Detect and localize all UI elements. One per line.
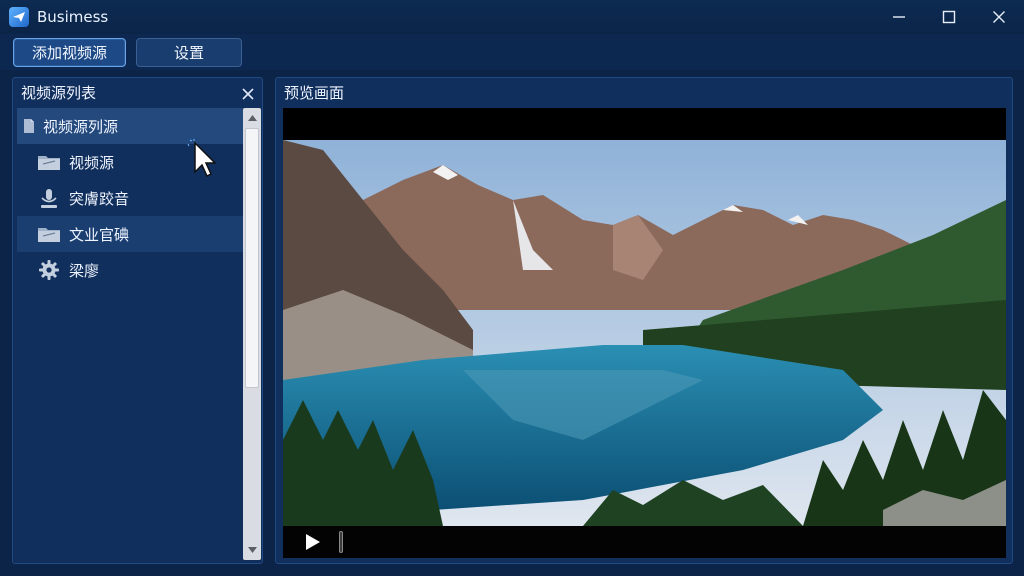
video-source-panel: 视频源列表 视频源列源 视频源 突膚跤音 文业官碘 梁廖 <box>12 77 263 564</box>
tree-item-settings[interactable]: 梁廖 <box>17 252 243 288</box>
tree-item-folder[interactable]: 文业官碘 <box>17 216 243 252</box>
app-logo-icon <box>9 7 29 27</box>
seek-slider-handle[interactable] <box>339 531 343 553</box>
add-video-source-button[interactable]: 添加视频源 <box>13 37 126 67</box>
maximize-icon <box>942 10 956 24</box>
minimize-icon <box>893 16 905 18</box>
settings-button[interactable]: 设置 <box>136 37 242 67</box>
tree-item-audio[interactable]: 突膚跤音 <box>17 180 243 216</box>
player-controls <box>283 526 1006 558</box>
scroll-down-button[interactable] <box>243 542 261 558</box>
folder-icon <box>37 224 61 244</box>
gear-icon <box>37 260 61 280</box>
toolbar: 添加视频源 设置 <box>0 34 1024 70</box>
window-title: Busimess <box>37 8 109 26</box>
panel-title: 视频源列表 <box>21 83 97 102</box>
scroll-thumb[interactable] <box>245 128 259 388</box>
close-button[interactable] <box>974 0 1024 34</box>
panel-header: 视频源列表 <box>13 78 262 106</box>
tree-item-label: 视频源列源 <box>43 117 119 136</box>
mouse-pointer-icon <box>186 138 220 180</box>
preview-panel: 预览画面 <box>275 77 1013 564</box>
minimize-button[interactable] <box>874 0 924 34</box>
tree-item-label: 视频源 <box>69 153 115 172</box>
close-icon <box>242 88 254 100</box>
chevron-down-icon <box>247 547 257 553</box>
maximize-button[interactable] <box>924 0 974 34</box>
panel-title: 预览画面 <box>284 83 345 102</box>
document-icon <box>21 116 37 136</box>
tree-scrollbar[interactable] <box>243 108 261 560</box>
window-controls <box>874 0 1024 34</box>
chevron-up-icon <box>247 115 257 121</box>
play-icon <box>306 534 320 550</box>
microphone-icon <box>37 188 61 208</box>
tree-item-label: 突膚跤音 <box>69 189 130 208</box>
scroll-up-button[interactable] <box>243 110 261 126</box>
panel-header: 预览画面 <box>276 78 1012 106</box>
tree-item-label: 梁廖 <box>69 261 100 280</box>
panel-close-button[interactable] <box>242 82 254 104</box>
tree-item-label: 文业官碘 <box>69 225 130 244</box>
video-player[interactable] <box>283 108 1006 558</box>
close-icon <box>993 11 1005 23</box>
video-preview-image <box>283 140 1006 526</box>
play-button[interactable] <box>303 532 323 552</box>
folder-icon <box>37 152 61 172</box>
title-bar: Busimess <box>0 0 1024 34</box>
